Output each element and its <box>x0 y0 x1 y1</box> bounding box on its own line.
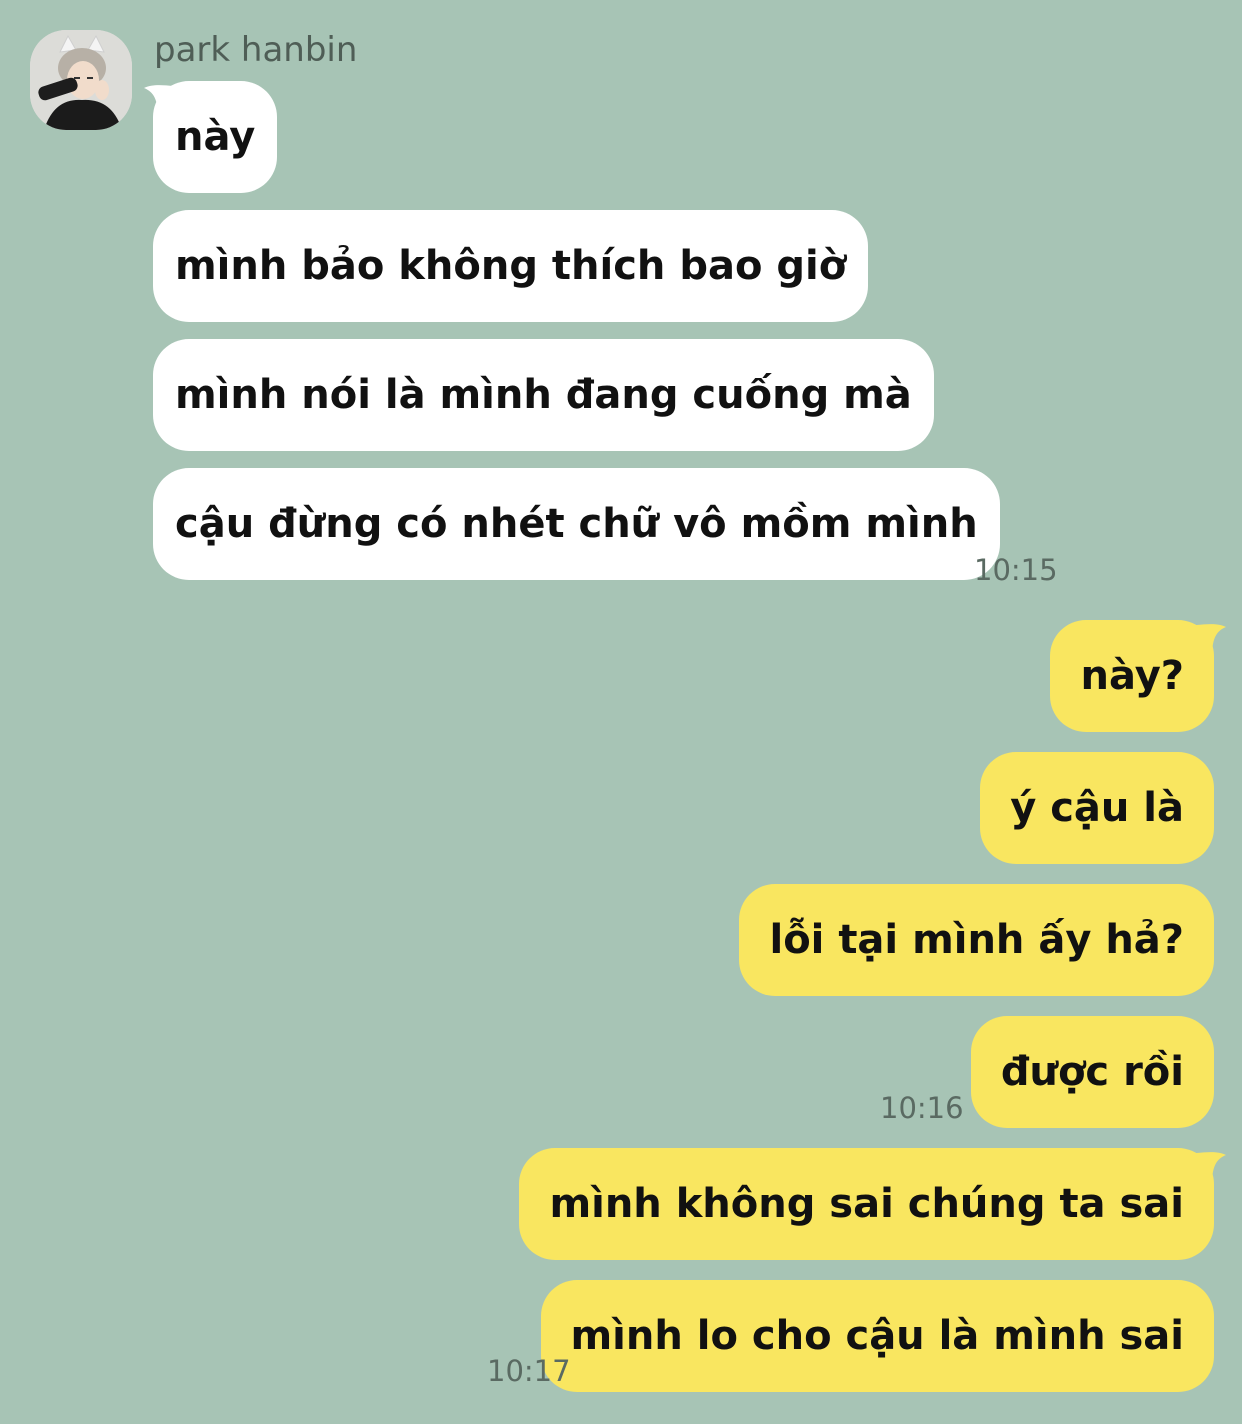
incoming-message[interactable]: mình nói là mình đang cuống mà <box>153 339 934 451</box>
outgoing-message[interactable]: được rồi <box>970 1016 1214 1128</box>
sender-name: park hanbin <box>154 30 358 70</box>
message-timestamp: 10:17 <box>487 1354 571 1388</box>
incoming-message[interactable]: cậu đừng có nhét chữ vô mồm mình <box>153 468 1000 580</box>
outgoing-message[interactable]: lỗi tại mình ấy hả? <box>739 884 1214 996</box>
incoming-message[interactable]: này <box>153 81 278 193</box>
avatar-photo <box>30 30 132 130</box>
message-timestamp: 10:15 <box>974 553 1058 587</box>
outgoing-message[interactable]: mình không sai chúng ta sai <box>519 1148 1214 1260</box>
incoming-message[interactable]: mình bảo không thích bao giờ <box>153 210 869 322</box>
outgoing-message[interactable]: ý cậu là <box>980 752 1214 864</box>
contact-avatar[interactable] <box>30 30 132 130</box>
outgoing-message[interactable]: mình lo cho cậu là mình sai <box>540 1280 1214 1392</box>
message-timestamp: 10:16 <box>880 1091 964 1125</box>
outgoing-message[interactable]: này? <box>1050 620 1214 732</box>
